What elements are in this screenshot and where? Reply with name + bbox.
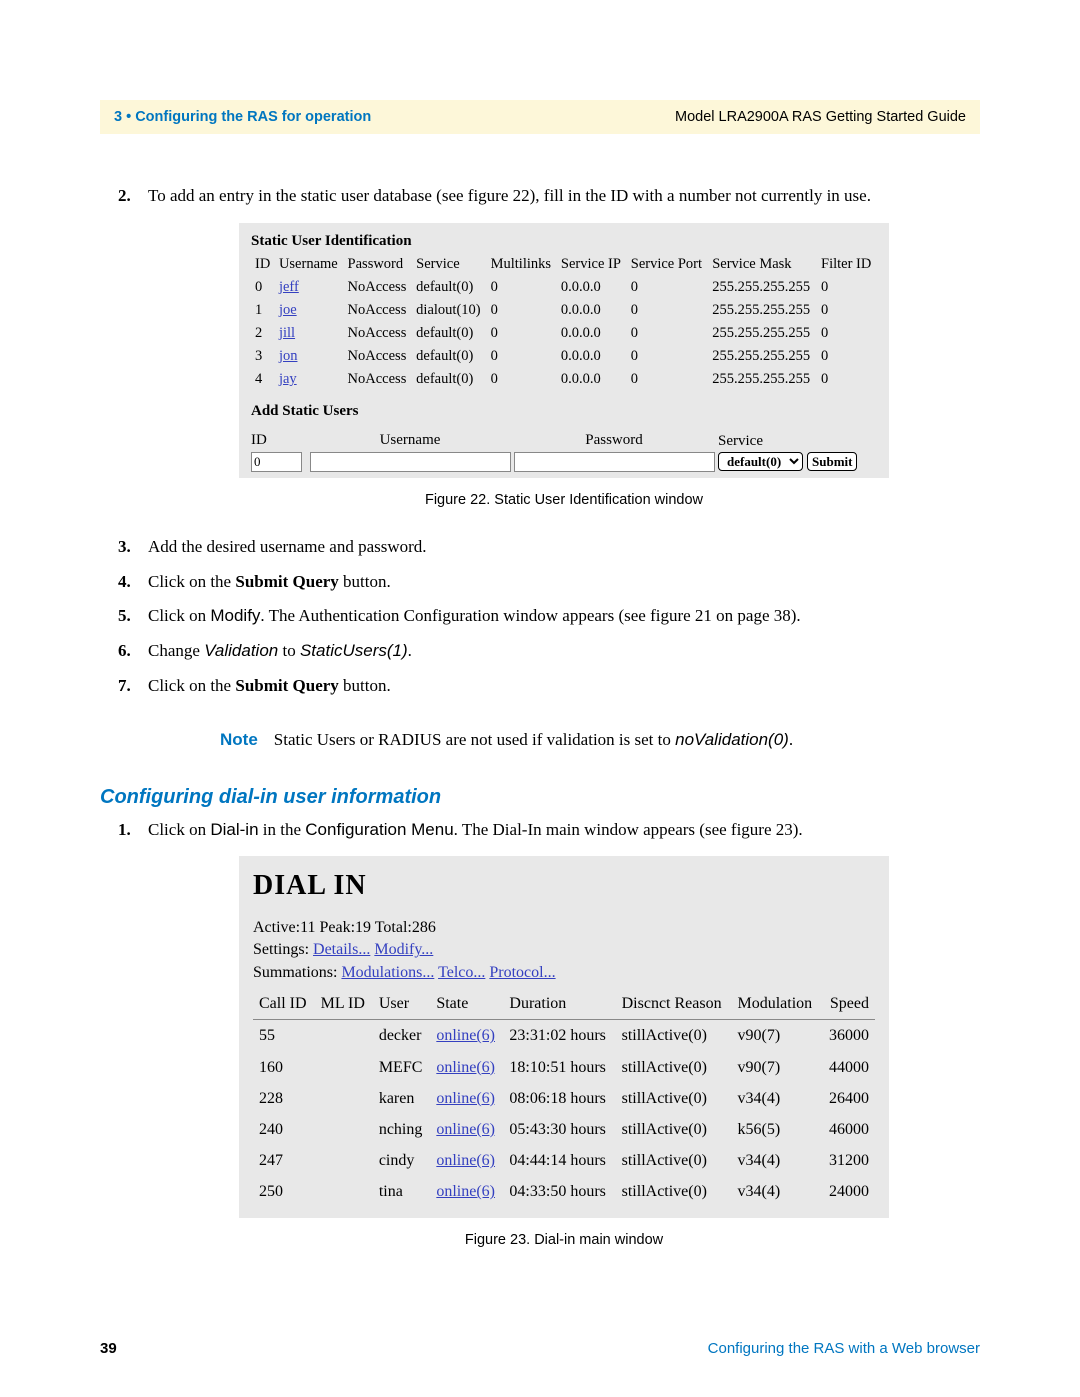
dialin-table: Call ID ML ID User State Duration Discnc… [253,988,875,1207]
protocol-link[interactable]: Protocol... [489,964,555,981]
user-link[interactable]: jill [279,325,295,341]
step-3: Add the desired username and password. [118,535,980,560]
state-link[interactable]: online(6) [436,1059,495,1076]
dcol-mod: Modulation [731,988,821,1020]
state-link[interactable]: online(6) [436,1090,495,1107]
state-link[interactable]: online(6) [436,1152,495,1169]
state-link[interactable]: online(6) [436,1121,495,1138]
table-row: 55deckeronline(6)23:31:02 hoursstillActi… [253,1020,875,1052]
figure-22: Static User Identification ID Username P… [148,223,980,511]
col-pwd: Password [344,253,413,276]
col-smask: Service Mask [708,253,817,276]
add-user-label: Username [310,430,510,452]
dcol-speed: Speed [821,988,875,1020]
state-link[interactable]: online(6) [436,1183,495,1200]
modulations-link[interactable]: Modulations... [341,964,434,981]
telco-link[interactable]: Telco... [438,964,485,981]
dialin-settings: Settings: Details... Modify... [253,939,875,961]
dialin-summations: Summations: Modulations... Telco... Prot… [253,962,875,984]
col-sport: Service Port [627,253,708,276]
add-svc-select[interactable]: default(0) [718,452,803,471]
add-static-title: Add Static Users [239,397,889,424]
static-user-table: ID Username Password Service Multilinks … [251,253,877,391]
submit-button[interactable]: Submit [807,452,857,471]
table-row: 160MEFConline(6)18:10:51 hoursstillActiv… [253,1052,875,1083]
table-row: 247cindyonline(6)04:44:14 hoursstillActi… [253,1145,875,1176]
table-row: 3jonNoAccessdefault(0)00.0.0.00255.255.2… [251,345,877,368]
step-6: Change Validation to StaticUsers(1). [118,639,980,664]
table-row: 4jayNoAccessdefault(0)00.0.0.00255.255.2… [251,368,877,391]
step-5: Click on Modify. The Authentication Conf… [118,604,980,629]
note-text: Static Users or RADIUS are not used if v… [274,728,793,753]
col-sip: Service IP [557,253,627,276]
add-user-input[interactable] [310,452,511,472]
dcol-state: State [430,988,503,1020]
col-svc: Service [412,253,486,276]
figure-23-caption: Figure 23. Dial-in main window [148,1230,980,1251]
add-pwd-label: Password [514,430,714,452]
static-user-title: Static User Identification [239,227,889,254]
add-id-label: ID [251,430,306,452]
step-2-text: To add an entry in the static user datab… [148,186,871,205]
dcol-user: User [373,988,431,1020]
dcol-reason: Discnct Reason [616,988,732,1020]
step-4: Click on the Submit Query button. [118,570,980,595]
col-fid: Filter ID [817,253,877,276]
page-footer: 39 Configuring the RAS with a Web browse… [100,1340,980,1357]
add-id-input[interactable] [251,452,302,472]
step-3-text: Add the desired username and password. [148,537,427,556]
step-2: To add an entry in the static user datab… [118,184,980,511]
user-link[interactable]: jon [279,348,298,364]
chapter-header: 3 • Configuring the RAS for operation Mo… [100,100,980,134]
table-row: 250tinaonline(6)04:33:50 hoursstillActiv… [253,1176,875,1207]
dcol-dur: Duration [503,988,615,1020]
chapter-title: 3 • Configuring the RAS for operation [114,109,371,125]
col-user: Username [275,253,344,276]
details-link[interactable]: Details... [313,941,370,958]
dcol-call: Call ID [253,988,315,1020]
table-row: 228karenonline(6)08:06:18 hoursstillActi… [253,1083,875,1114]
sec2-step-1: Click on Dial-in in the Configuration Me… [118,818,980,1251]
section-heading-dialin: Configuring dial-in user information [100,783,980,812]
col-id: ID [251,253,275,276]
user-link[interactable]: joe [279,302,297,318]
table-row: 0jeffNoAccessdefault(0)00.0.0.00255.255.… [251,276,877,299]
note-label: Note [220,728,258,753]
figure-22-caption: Figure 22. Static User Identification wi… [148,490,980,511]
table-row: 240nchingonline(6)05:43:30 hoursstillAct… [253,1114,875,1145]
guide-title: Model LRA2900A RAS Getting Started Guide [675,109,966,125]
dialin-counts: Active:11 Peak:19 Total:286 [253,917,875,939]
user-link[interactable]: jeff [279,279,299,295]
note-block: Note Static Users or RADIUS are not used… [220,728,870,753]
modify-link[interactable]: Modify... [374,941,433,958]
table-row: 1joeNoAccessdialout(10)00.0.0.00255.255.… [251,299,877,322]
add-svc-label: Service [718,431,877,453]
state-link[interactable]: online(6) [436,1027,495,1044]
table-row: 2jillNoAccessdefault(0)00.0.0.00255.255.… [251,322,877,345]
dialin-title: DIAL IN [253,866,875,907]
step-7: Click on the Submit Query button. [118,674,980,699]
user-link[interactable]: jay [279,371,297,387]
dcol-ml: ML ID [315,988,373,1020]
footer-text: Configuring the RAS with a Web browser [708,1340,980,1357]
figure-23: DIAL IN Active:11 Peak:19 Total:286 Sett… [148,856,980,1250]
add-pwd-input[interactable] [514,452,715,472]
col-ml: Multilinks [487,253,557,276]
page-number: 39 [100,1340,117,1357]
